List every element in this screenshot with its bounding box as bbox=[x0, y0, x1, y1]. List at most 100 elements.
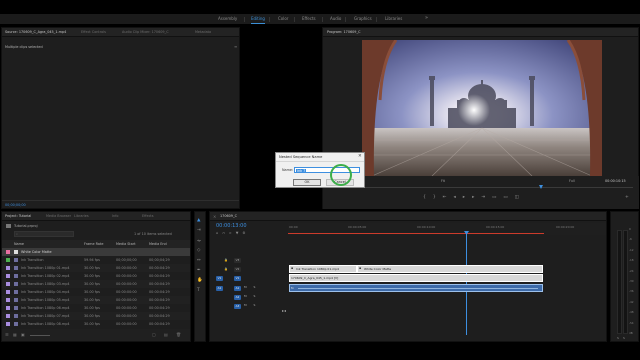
close-sequence-icon[interactable]: × bbox=[213, 214, 216, 219]
workspace-tab-assembly[interactable]: Assembly bbox=[218, 16, 237, 21]
tab-info[interactable]: Info bbox=[112, 214, 118, 218]
track-label-a3[interactable]: A3 bbox=[234, 303, 241, 309]
source-patch-a1[interactable]: A1 bbox=[216, 285, 223, 291]
workspace-tab-libraries[interactable]: Libraries bbox=[385, 16, 402, 21]
tab-source[interactable]: Source: 170609_C_Agra_045_1.mp4 bbox=[5, 30, 66, 34]
go-to-in-icon[interactable]: ⇤ bbox=[443, 195, 454, 200]
go-to-out-icon[interactable]: ⇥ bbox=[481, 195, 492, 200]
ok-button[interactable]: OK bbox=[293, 179, 321, 186]
time-ruler[interactable]: 00:00 00:00:05:00 00:00:10:00 00:00:15:0… bbox=[288, 223, 606, 235]
track-label-a2[interactable]: A2 bbox=[234, 294, 241, 300]
lift-icon[interactable]: ▭ bbox=[492, 195, 503, 200]
project-row[interactable]: Ink Transition 1080p 02.mp4 30.00 fps 00:0… bbox=[2, 272, 190, 280]
search-input[interactable]: ⌕ bbox=[14, 231, 74, 237]
label-color-swatch[interactable] bbox=[6, 250, 10, 254]
quality-dropdown[interactable]: Full bbox=[569, 179, 575, 183]
extract-icon[interactable]: ▭ bbox=[503, 195, 514, 200]
program-title[interactable]: Program: 170609_C bbox=[327, 30, 361, 34]
track-label-v3[interactable]: V3 bbox=[234, 257, 241, 263]
label-color-swatch[interactable] bbox=[6, 306, 10, 310]
solo-right-button[interactable]: S bbox=[623, 336, 625, 340]
project-row[interactable]: Ink Transition 1080p 04.mp4 30.00 fps 00:0… bbox=[2, 288, 190, 296]
work-area-bar[interactable] bbox=[288, 233, 544, 234]
workspace-tab-audio[interactable]: Audio bbox=[330, 16, 341, 21]
timeline-timecode[interactable]: 00:00:13:00 bbox=[216, 223, 247, 229]
settings-icon[interactable]: ⚙ bbox=[242, 231, 249, 235]
label-color-swatch[interactable] bbox=[6, 266, 10, 270]
tab-audio-clip-mixer[interactable]: Audio Clip Mixer: 170609_C bbox=[122, 30, 169, 34]
add-button-icon[interactable]: + bbox=[625, 195, 629, 200]
timeline-clip[interactable]: ▪ White Color Matte bbox=[357, 265, 543, 273]
slip-icon[interactable]: ↔ bbox=[197, 258, 201, 263]
label-color-swatch[interactable] bbox=[6, 298, 10, 302]
program-scrubber[interactable] bbox=[327, 187, 633, 188]
type-icon[interactable]: T bbox=[197, 288, 200, 293]
track-label-v2[interactable]: V2 bbox=[234, 266, 241, 272]
label-color-swatch[interactable] bbox=[6, 322, 10, 326]
workspace-tab-color[interactable]: Color bbox=[278, 16, 288, 21]
label-color-swatch[interactable] bbox=[6, 290, 10, 294]
label-color-swatch[interactable] bbox=[6, 282, 10, 286]
zoom-slider[interactable] bbox=[30, 335, 50, 336]
freeform-view-icon[interactable]: ▣ bbox=[21, 332, 25, 337]
timeline-clip[interactable]: 170609_C_Agra_045_1.mp4 [V] bbox=[289, 274, 543, 282]
project-row[interactable]: White Color Matte bbox=[2, 248, 190, 256]
workspace-tab-graphics[interactable]: Graphics bbox=[354, 16, 372, 21]
label-color-swatch[interactable] bbox=[6, 314, 10, 318]
project-row[interactable]: Ink Transition 1080p 01.mp4 30.00 fps 00:0… bbox=[2, 264, 190, 272]
tab-sequence[interactable]: 170609_C bbox=[220, 214, 237, 218]
panel-menu-icon[interactable]: ≡ bbox=[234, 44, 237, 49]
scroll-right-icon[interactable]: ▸◂ bbox=[282, 308, 286, 313]
mark-out-icon[interactable]: } bbox=[433, 195, 443, 200]
timeline-audio-clip[interactable]: fx bbox=[289, 284, 543, 292]
tab-effects[interactable]: Effects bbox=[142, 214, 154, 218]
label-color-swatch[interactable] bbox=[6, 274, 10, 278]
project-row[interactable]: Ink Transition 1080p 05.mp4 30.00 fps 00:0… bbox=[2, 296, 190, 304]
ripple-edit-icon[interactable]: ⟛ bbox=[197, 238, 201, 244]
source-patch-v1[interactable]: V1 bbox=[216, 275, 223, 281]
project-row[interactable]: Ink Transition 59.94 fps 00;00;00;00 00;00;… bbox=[2, 256, 190, 264]
project-row[interactable]: Ink Transition 1080p 03.mp4 30.00 fps 00:0… bbox=[2, 280, 190, 288]
column-header-name[interactable]: Name bbox=[14, 242, 24, 246]
selection-tool-icon[interactable]: ▲ bbox=[197, 218, 200, 223]
fit-dropdown[interactable]: Fit bbox=[441, 179, 445, 183]
mute-solo-buttons[interactable]: M S bbox=[244, 294, 258, 298]
new-bin-icon[interactable]: ▢ bbox=[152, 332, 156, 337]
column-header-frame-rate[interactable]: Frame Rate bbox=[84, 242, 103, 246]
export-frame-icon[interactable]: ◫ bbox=[515, 195, 526, 200]
timeline-clip[interactable]: ▪ Ink Transition 1080p 01.mp4 bbox=[289, 265, 357, 273]
workspace-tab-effects[interactable]: Effects bbox=[302, 16, 316, 21]
new-item-icon[interactable]: ▤ bbox=[164, 332, 168, 337]
icon-view-icon[interactable]: ▦ bbox=[13, 332, 17, 337]
play-icon[interactable]: ▸ bbox=[463, 195, 472, 200]
mute-solo-buttons[interactable]: M S bbox=[244, 303, 258, 307]
step-forward-icon[interactable]: ▸ bbox=[472, 195, 481, 200]
tab-metadata[interactable]: Metadata bbox=[195, 30, 211, 34]
project-row[interactable]: Ink Transition 1080p 06.mp4 30.00 fps 00:0… bbox=[2, 304, 190, 312]
column-header-media-start[interactable]: Media Start bbox=[116, 242, 136, 246]
track-label-v1[interactable]: V1 bbox=[234, 275, 241, 281]
razor-icon[interactable]: ◇ bbox=[197, 248, 200, 253]
solo-left-button[interactable]: S bbox=[617, 336, 619, 340]
source-timecode[interactable]: 00;00;00;00 bbox=[5, 203, 26, 207]
tab-media-browser[interactable]: Media Browser bbox=[46, 214, 71, 218]
mark-in-icon[interactable]: { bbox=[423, 195, 433, 200]
track-label-a1[interactable]: A1 bbox=[234, 285, 241, 291]
tab-effect-controls[interactable]: Effect Controls bbox=[81, 30, 106, 34]
close-icon[interactable]: ✕ bbox=[358, 154, 362, 159]
tab-libraries[interactable]: Libraries bbox=[74, 214, 89, 218]
linked-selection-icon[interactable]: ∞ bbox=[229, 231, 236, 235]
tab-project[interactable]: Project: Tutorial bbox=[5, 214, 31, 218]
column-header-media-end[interactable]: Media End bbox=[149, 242, 167, 246]
mute-solo-buttons[interactable]: M S bbox=[244, 285, 258, 289]
hand-icon[interactable]: ✋ bbox=[197, 278, 203, 283]
track-select-icon[interactable]: ⇥ bbox=[197, 228, 201, 233]
project-row[interactable]: Ink Transition 1080p 07.mp4 30.00 fps 00:0… bbox=[2, 312, 190, 320]
step-back-icon[interactable]: ◂ bbox=[454, 195, 463, 200]
pen-icon[interactable]: ✒ bbox=[197, 268, 201, 273]
lock-icon[interactable]: 🔒 bbox=[224, 267, 228, 271]
list-view-icon[interactable]: ☰ bbox=[5, 332, 9, 337]
workspace-tab-editing[interactable]: Editing bbox=[251, 16, 265, 24]
lock-icon[interactable]: 🔒 bbox=[224, 258, 228, 262]
project-row[interactable]: Ink Transition 1080p 08.mp4 30.00 fps 00:0… bbox=[2, 320, 190, 328]
